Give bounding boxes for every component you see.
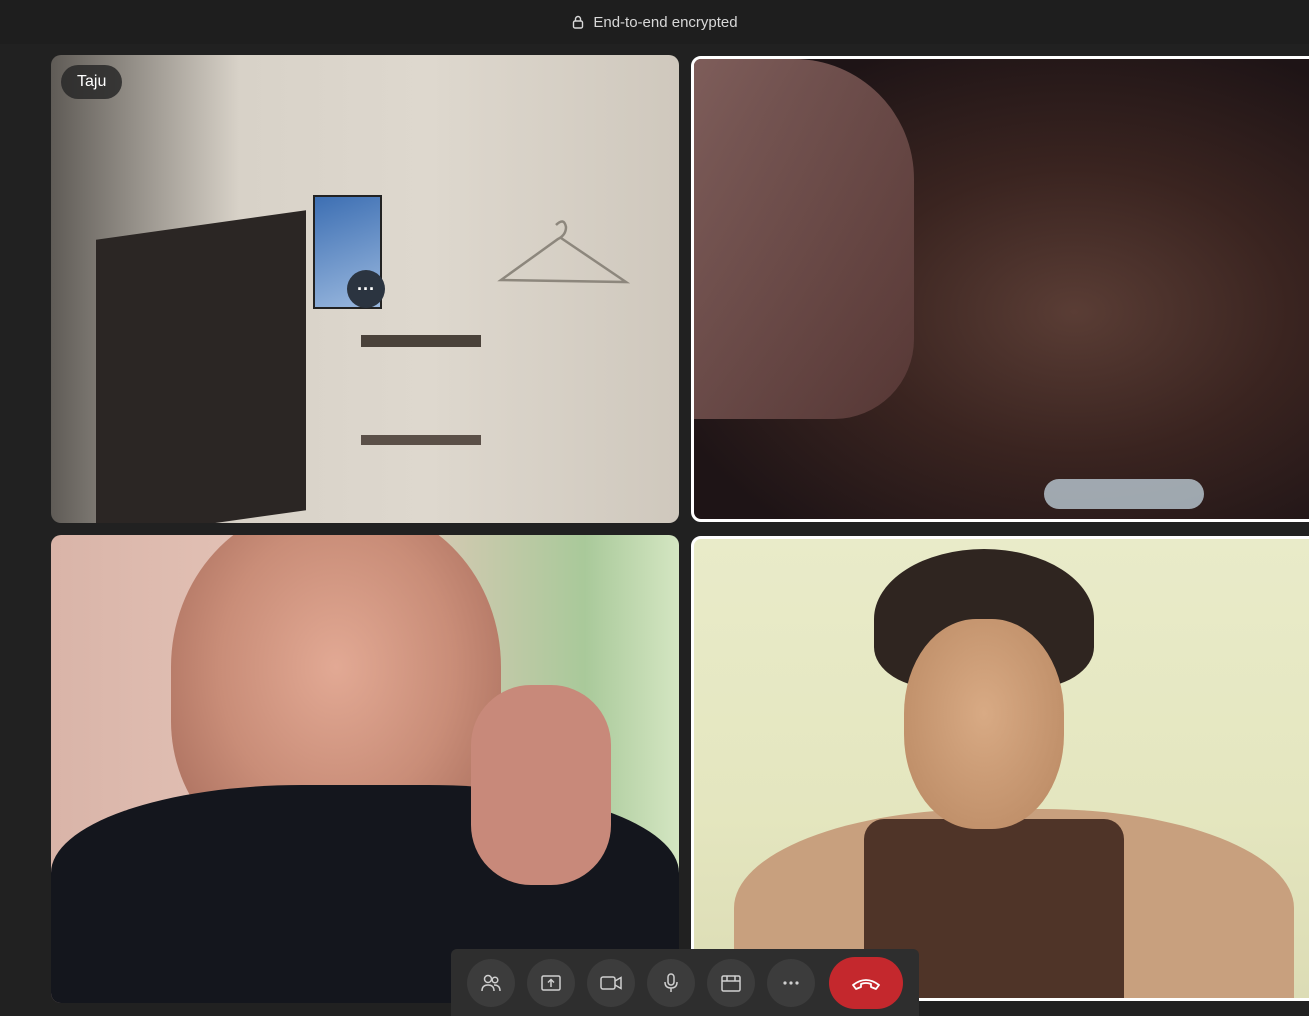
video-tile-participant-2[interactable] [691, 56, 1309, 522]
scene-shape [471, 685, 611, 885]
video-tile-taju[interactable]: Taju ··· [51, 55, 679, 523]
participant-name-badge: Taju [61, 65, 123, 99]
participants-icon [480, 972, 502, 994]
scene-shape [904, 619, 1064, 829]
share-screen-icon [540, 972, 562, 994]
end-call-button[interactable] [829, 956, 903, 1009]
video-grid: Taju ··· [0, 44, 1309, 1016]
camera-button[interactable] [587, 958, 635, 1007]
more-options-icon [780, 972, 802, 994]
share-screen-button[interactable] [527, 958, 575, 1007]
encryption-label: End-to-end encrypted [593, 13, 738, 31]
scene-shape [497, 220, 631, 284]
microphone-button[interactable] [647, 958, 695, 1007]
top-bar: End-to-end encrypted [0, 0, 1309, 45]
more-options-button[interactable]: ··· [347, 270, 385, 308]
video-tile-participant-3[interactable] [51, 535, 679, 1003]
more-options-callbar-button[interactable] [767, 958, 815, 1007]
microphone-icon [660, 972, 682, 994]
scene-shape [1044, 479, 1204, 509]
scene-shape [361, 435, 481, 445]
lock-icon [571, 15, 585, 29]
participants-button[interactable] [467, 958, 515, 1007]
scene-shape [96, 210, 306, 523]
view-layout-icon [720, 972, 742, 994]
scene-shape [361, 335, 481, 347]
scene-shape [694, 59, 914, 419]
video-tile-participant-4[interactable] [691, 536, 1309, 1001]
layout-button[interactable] [707, 958, 755, 1007]
end-call-icon [850, 975, 882, 991]
call-control-bar [451, 949, 919, 1016]
video-camera-icon [599, 972, 623, 994]
